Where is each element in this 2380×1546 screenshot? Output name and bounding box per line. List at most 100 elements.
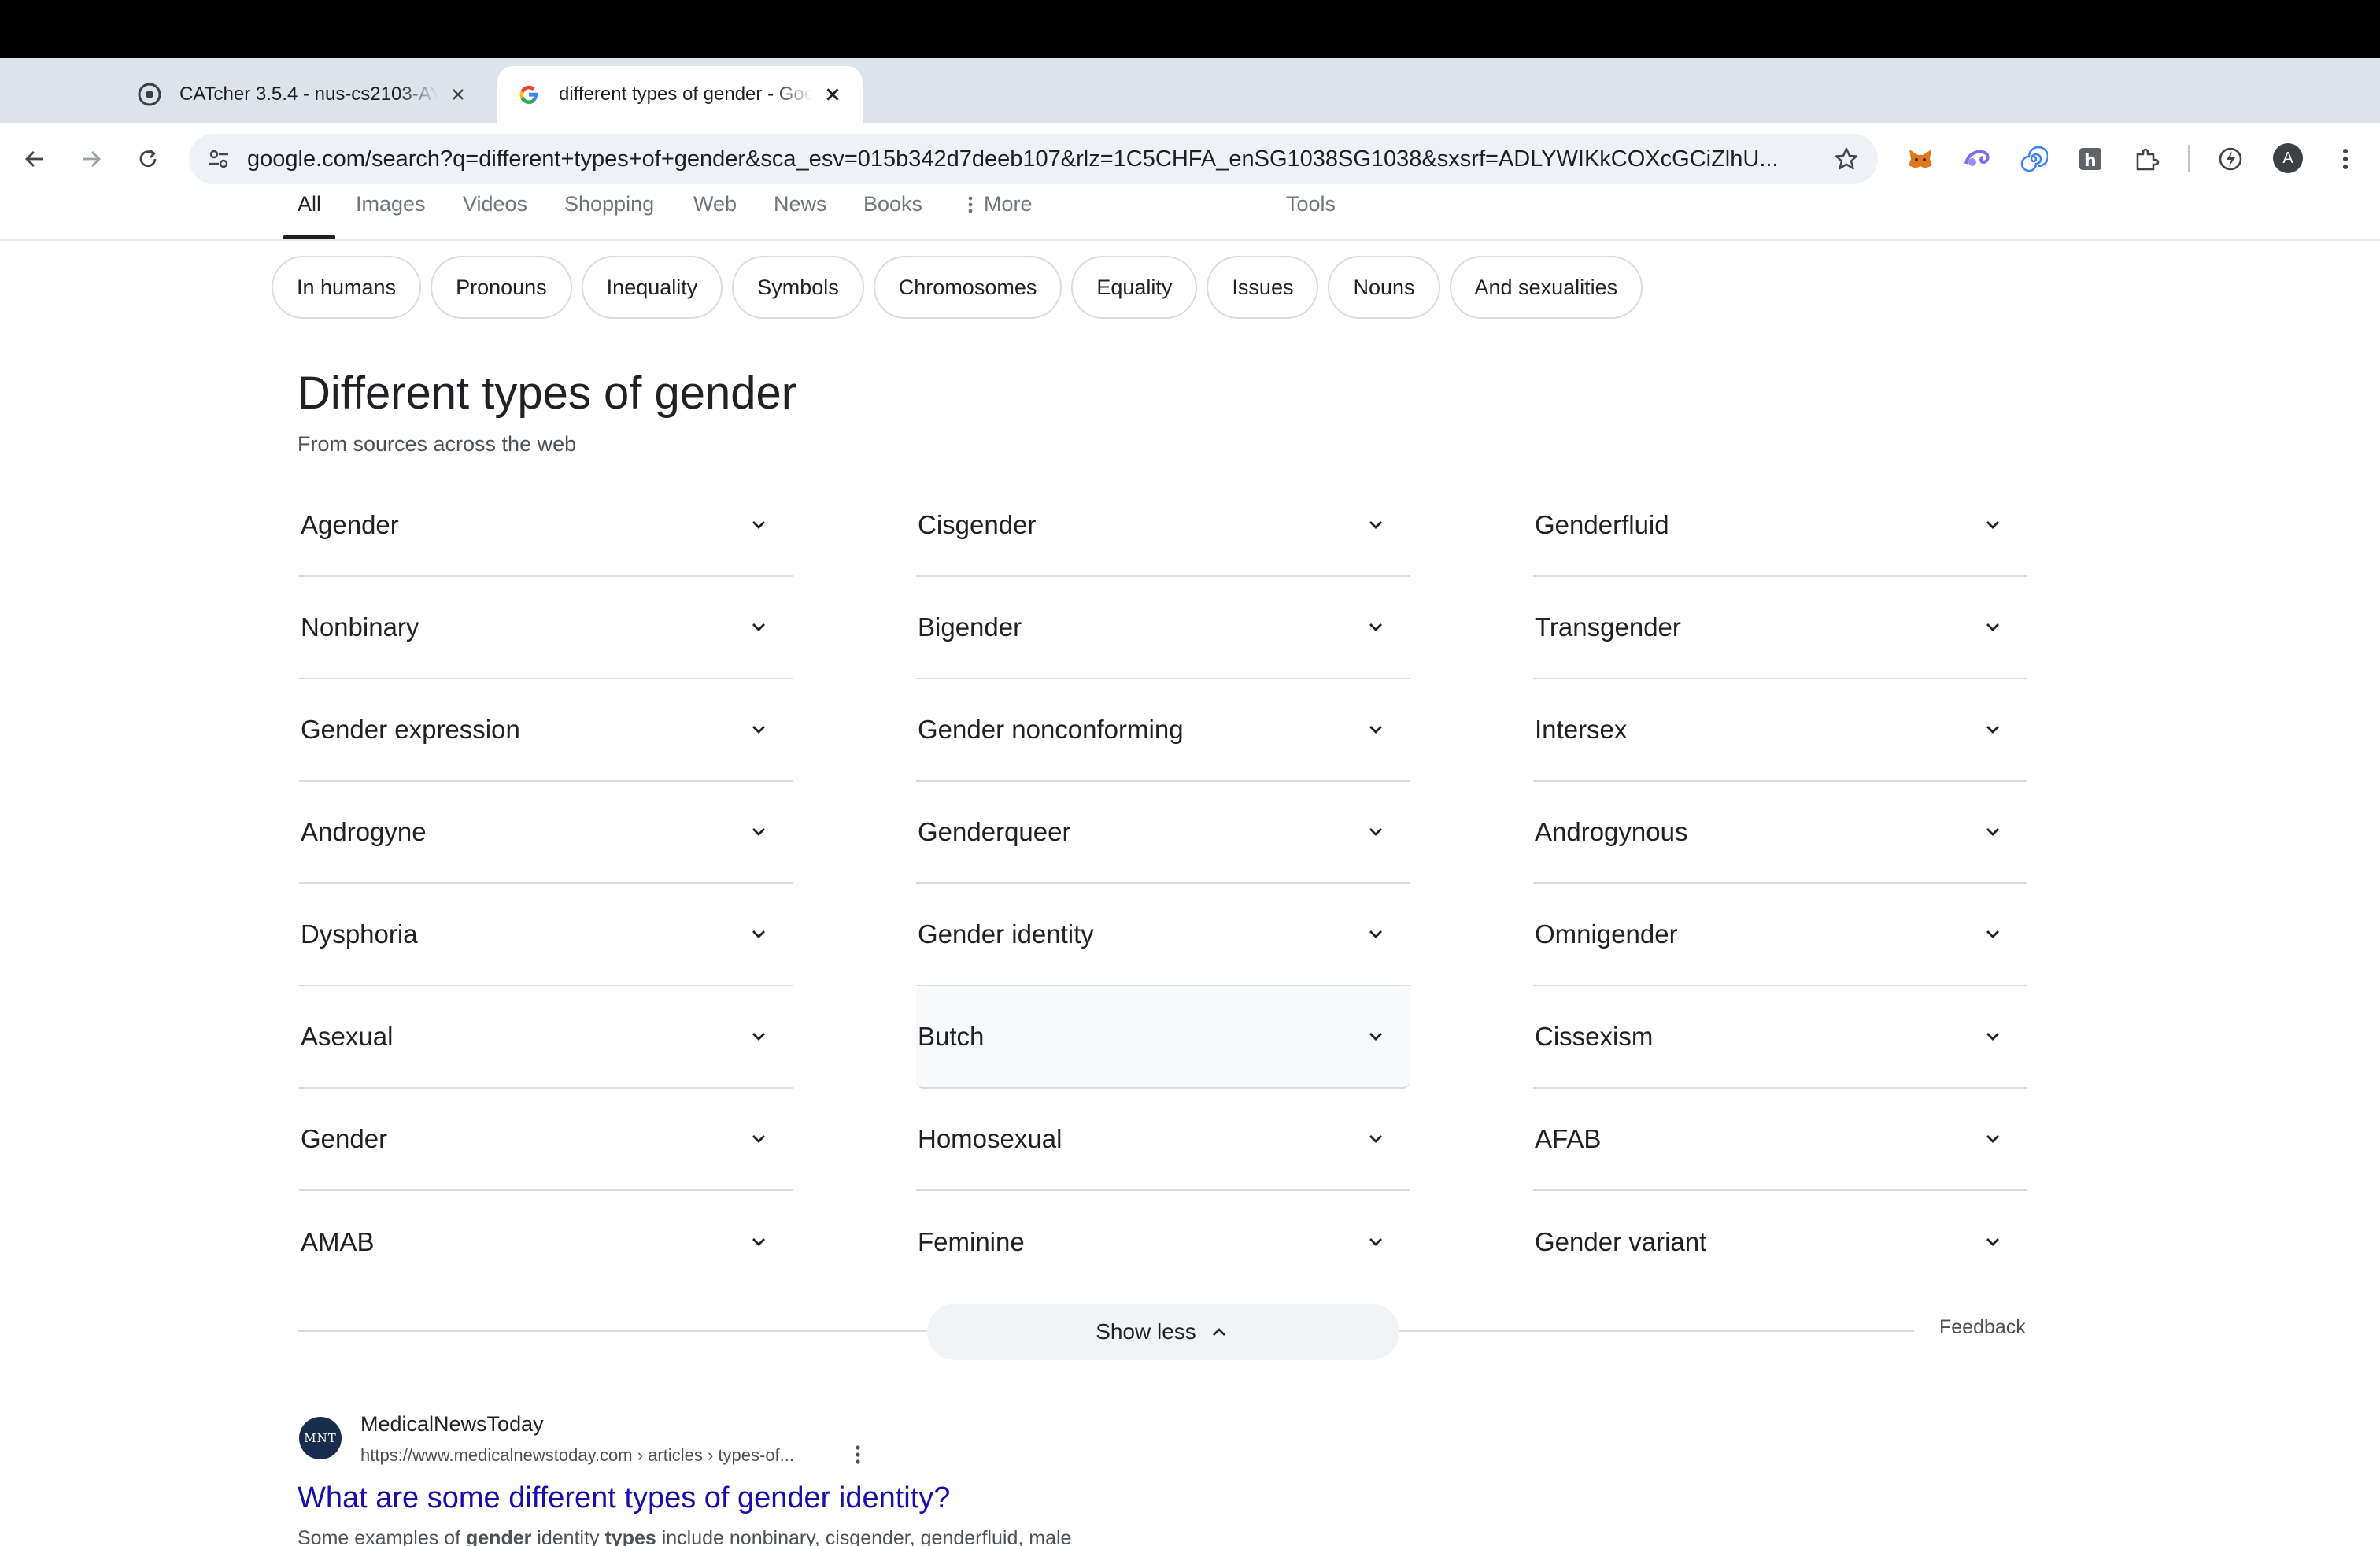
chevron-down-icon xyxy=(1977,1123,2009,1155)
result-url[interactable]: https://www.medicalnewstoday.com › artic… xyxy=(360,1445,794,1466)
tab-tools[interactable]: Tools xyxy=(1286,194,1336,238)
expandable-item[interactable]: Cisgender xyxy=(916,475,1410,577)
site-info-icon[interactable] xyxy=(205,145,233,173)
performance-icon[interactable] xyxy=(2215,143,2246,175)
expandable-item[interactable]: Gender variant xyxy=(1533,1191,2027,1293)
more-menu-icon[interactable] xyxy=(2330,143,2361,175)
address-bar[interactable]: google.com/search?q=different+types+of+g… xyxy=(189,134,1878,184)
expandable-item[interactable]: Cissexism xyxy=(1533,986,2027,1089)
chevron-down-icon xyxy=(1977,714,2009,745)
metamask-extension-icon[interactable] xyxy=(1905,143,1936,175)
expandable-item-label: Butch xyxy=(918,1022,985,1051)
expandable-item[interactable]: Transgender xyxy=(1533,577,2027,679)
expandable-item[interactable]: Homosexual xyxy=(916,1089,1410,1191)
result-more-icon[interactable] xyxy=(845,1442,870,1467)
expandable-item[interactable]: Androgyne xyxy=(299,782,793,884)
back-button[interactable] xyxy=(17,142,52,176)
chevron-down-icon xyxy=(743,509,774,541)
chip-nouns[interactable]: Nouns xyxy=(1328,256,1440,319)
chip-issues[interactable]: Issues xyxy=(1207,256,1319,319)
expandable-item-label: AMAB xyxy=(301,1227,375,1256)
vertical-dots-icon xyxy=(968,196,973,213)
chip-inequality[interactable]: Inequality xyxy=(581,256,723,319)
expandable-item-label: Omnigender xyxy=(1535,919,1678,949)
tab-videos[interactable]: Videos xyxy=(463,194,527,238)
chameleon-extension-icon[interactable] xyxy=(1961,143,1993,175)
close-icon[interactable] xyxy=(447,83,469,105)
result-site-name[interactable]: MedicalNewsToday xyxy=(360,1412,544,1437)
honey-extension-icon[interactable]: h xyxy=(2075,143,2106,175)
tab-images[interactable]: Images xyxy=(356,194,426,238)
tab-all[interactable]: All xyxy=(283,194,336,239)
expandable-item-label: Cisgender xyxy=(918,510,1037,539)
tab-web[interactable]: Web xyxy=(693,194,737,238)
expandable-item[interactable]: Intersex xyxy=(1533,679,2027,782)
tab-shopping[interactable]: Shopping xyxy=(564,194,654,238)
expandable-item[interactable]: Agender xyxy=(299,475,793,577)
tab-google-search[interactable]: different types of gender - Google Searc… xyxy=(497,66,863,123)
divider xyxy=(1398,1330,1914,1332)
chip-symbols[interactable]: Symbols xyxy=(732,256,864,319)
expandable-item[interactable]: Asexual xyxy=(299,986,793,1089)
expandable-item-label: Androgynous xyxy=(1535,817,1688,846)
show-less-button[interactable]: Show less xyxy=(927,1304,1399,1360)
chevron-down-icon xyxy=(1977,509,2009,541)
search-tabs: All Images Videos Shopping Web News Book… xyxy=(0,194,2380,241)
expandable-item[interactable]: AFAB xyxy=(1533,1089,2027,1191)
expandable-item-label: Transgender xyxy=(1535,612,1681,642)
snippet-text: identity xyxy=(531,1527,605,1546)
expandable-item[interactable]: Genderfluid xyxy=(1533,475,2027,577)
feedback-link[interactable]: Feedback xyxy=(1939,1316,2026,1339)
chevron-down-icon xyxy=(1977,1226,2009,1258)
expandable-item[interactable]: Feminine xyxy=(916,1191,1410,1293)
expandable-item[interactable]: Dysphoria xyxy=(299,884,793,986)
chip-and-sexualities[interactable]: And sexualities xyxy=(1449,256,1643,319)
bookmark-star-icon[interactable] xyxy=(1831,143,1862,175)
expandable-item[interactable]: Gender identity xyxy=(916,884,1410,986)
chevron-down-icon xyxy=(1360,509,1391,541)
result-snippet: Some examples of gender identity types i… xyxy=(298,1527,1071,1546)
expandable-item[interactable]: Gender expression xyxy=(299,679,793,782)
snippet-bold: gender xyxy=(466,1527,532,1546)
arrow-left-icon xyxy=(25,151,42,167)
expandable-item[interactable]: Genderqueer xyxy=(916,782,1410,884)
tab-books[interactable]: Books xyxy=(863,194,922,238)
chevron-down-icon xyxy=(1360,714,1391,745)
chevron-up-icon xyxy=(1207,1320,1231,1344)
expandable-item-label: Asexual xyxy=(301,1022,394,1051)
chip-chromosomes[interactable]: Chromosomes xyxy=(873,256,1062,319)
tab-strip: CATcher 3.5.4 - nus-cs2103-AY2324S1/pe d… xyxy=(0,58,2380,167)
panel-subtitle: From sources across the web xyxy=(298,432,577,456)
expandable-item[interactable]: Butch xyxy=(916,986,1410,1089)
profile-avatar[interactable]: A xyxy=(2273,143,2303,173)
expandable-item[interactable]: Omnigender xyxy=(1533,884,2027,986)
site-logo[interactable]: MNT xyxy=(299,1417,342,1459)
toolbar: google.com/search?q=different+types+of+g… xyxy=(0,123,2380,195)
extensions-puzzle-icon[interactable] xyxy=(2131,143,2163,175)
expandable-item-label: AFAB xyxy=(1535,1124,1602,1153)
expandable-item[interactable]: AMAB xyxy=(299,1191,793,1293)
expandable-item[interactable]: Gender nonconforming xyxy=(916,679,1410,782)
result-title-link[interactable]: What are some different types of gender … xyxy=(298,1481,950,1515)
expandable-item[interactable]: Nonbinary xyxy=(299,577,793,679)
chip-in-humans[interactable]: In humans xyxy=(272,256,422,319)
chevron-down-icon xyxy=(743,714,774,745)
expandable-item[interactable]: Bigender xyxy=(916,577,1410,679)
reload-button[interactable] xyxy=(131,142,165,176)
tab-news[interactable]: News xyxy=(774,194,827,238)
expandable-item-label: Intersex xyxy=(1535,715,1628,744)
tab-more[interactable]: More xyxy=(966,194,1033,238)
tab-catcher[interactable]: CATcher 3.5.4 - nus-cs2103-AY2324S1/pe xyxy=(118,66,488,123)
expandable-item[interactable]: Androgynous xyxy=(1533,782,2027,884)
expandable-item-label: Androgyne xyxy=(301,817,427,846)
spiral-extension-icon[interactable] xyxy=(2018,143,2049,175)
chevron-down-icon xyxy=(1977,612,2009,643)
forward-button[interactable] xyxy=(74,142,109,176)
expandable-item[interactable]: Gender xyxy=(299,1089,793,1191)
expandable-item-label: Gender variant xyxy=(1535,1227,1707,1256)
reload-icon xyxy=(139,149,157,168)
chip-equality[interactable]: Equality xyxy=(1071,256,1198,319)
close-icon[interactable] xyxy=(822,83,844,105)
chip-pronouns[interactable]: Pronouns xyxy=(431,256,572,319)
chevron-down-icon xyxy=(1977,1021,2009,1052)
